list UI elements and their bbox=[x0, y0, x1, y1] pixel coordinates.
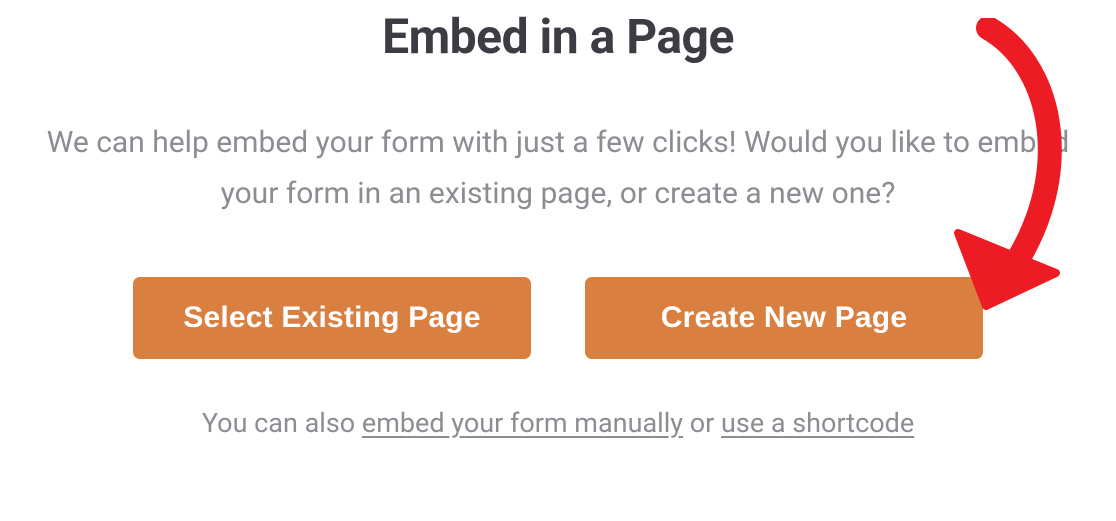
modal-title: Embed in a Page bbox=[382, 8, 734, 65]
modal-description: We can help embed your form with just a … bbox=[18, 117, 1098, 219]
use-shortcode-link[interactable]: use a shortcode bbox=[721, 407, 914, 439]
embed-modal: Embed in a Page We can help embed your f… bbox=[0, 0, 1116, 521]
footer-middle: or bbox=[683, 407, 721, 439]
button-row: Select Existing Page Create New Page bbox=[133, 277, 983, 359]
select-existing-page-button[interactable]: Select Existing Page bbox=[133, 277, 531, 359]
create-new-page-button[interactable]: Create New Page bbox=[585, 277, 983, 359]
footer-prefix: You can also bbox=[202, 407, 362, 439]
footer-text: You can also embed your form manually or… bbox=[202, 407, 914, 439]
embed-manually-link[interactable]: embed your form manually bbox=[362, 407, 683, 439]
